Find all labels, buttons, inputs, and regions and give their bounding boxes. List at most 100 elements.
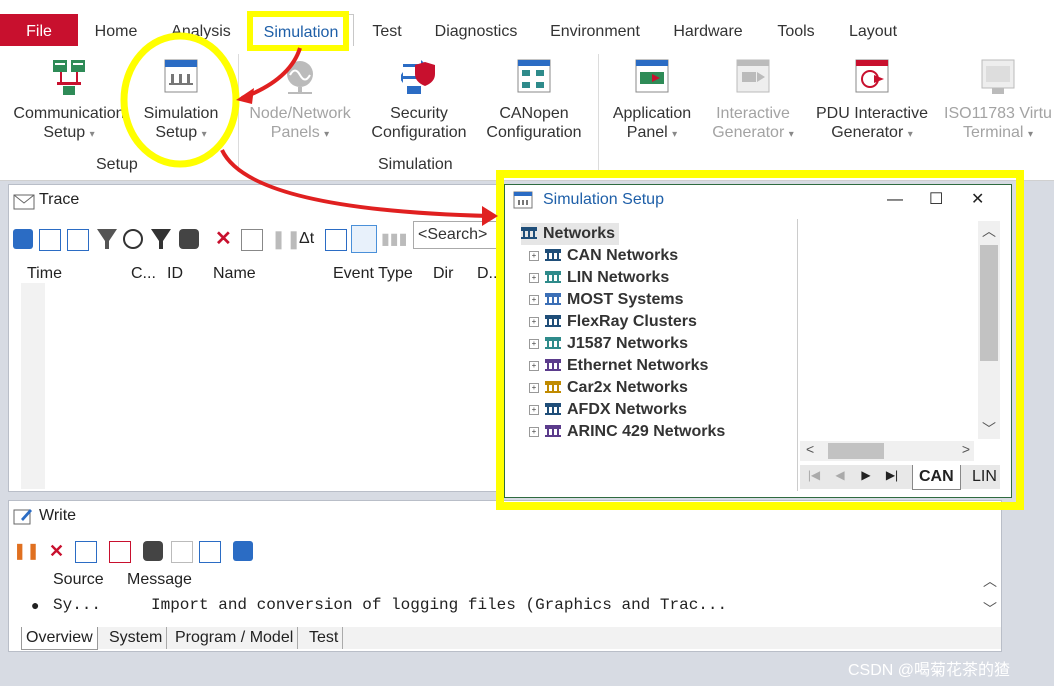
scroll-down-icon[interactable]: ﹀ [978,419,1000,439]
tree-item[interactable]: + AFDX Networks [529,399,687,421]
column-time[interactable]: Time [27,265,62,283]
tab-test[interactable]: Test [305,627,344,649]
statistics-icon[interactable] [39,229,61,251]
export-icon[interactable] [199,541,221,563]
tree-item[interactable]: + ARINC 429 Networks [529,421,725,443]
clear-page-icon[interactable] [109,541,131,563]
scrollbar-thumb[interactable] [980,245,998,361]
tree-item-label: J1587 Networks [567,335,688,352]
communication-setup-button[interactable]: Communication Setup ▾ [8,58,130,144]
next-tab-icon[interactable]: ▶ [856,468,876,486]
tree-item[interactable]: + J1587 Networks [529,333,688,355]
column-source[interactable]: Source [53,571,104,589]
expand-icon[interactable]: + [529,404,539,415]
column-name[interactable]: Name [213,265,256,283]
tab-test[interactable]: Test [362,14,412,46]
tab-system[interactable]: System [105,627,168,649]
scroll-left-icon[interactable]: < [806,441,814,457]
expand-icon[interactable]: + [529,316,539,327]
column-dir[interactable]: Dir [433,265,453,283]
glasses-icon[interactable] [123,229,143,249]
horizontal-scrollbar[interactable]: < > [800,441,974,461]
binoculars-icon[interactable] [143,541,163,561]
scroll-right-icon[interactable]: > [962,441,970,457]
trace-search-input[interactable]: <Search> [413,221,509,249]
simulation-setup-label-1: Simulation [143,105,219,122]
delta-time-icon[interactable]: Δt [299,229,319,249]
node-network-panels-button[interactable]: Node/Network Panels ▾ [244,58,356,144]
tab-diagnostics[interactable]: Diagnostics [430,14,522,46]
tab-environment[interactable]: Environment [542,14,648,46]
column-event-type[interactable]: Event Type [333,265,413,283]
expand-icon[interactable]: + [529,382,539,393]
scroll-icon[interactable] [67,229,89,251]
tree-item-label: FlexRay Clusters [567,313,697,330]
binoculars-icon[interactable] [179,229,199,249]
clear-all-icon[interactable] [75,541,97,563]
expand-icon[interactable]: + [529,426,539,437]
tree-item[interactable]: + FlexRay Clusters [529,311,697,333]
info-icon[interactable] [13,229,33,249]
prev-tab-icon[interactable]: ◀ [830,468,850,486]
tree-item[interactable]: + MOST Systems [529,289,683,311]
column-data[interactable]: D... [477,265,502,283]
minimize-button[interactable]: — [887,185,903,215]
tree-item[interactable]: + CAN Networks [529,245,678,267]
tab-lin[interactable]: LIN [968,465,1001,489]
scroll-up-icon[interactable]: ︿ [978,221,1000,241]
close-button[interactable]: ✕ [971,185,984,215]
columns-icon[interactable]: ▮▮▮ [381,229,407,249]
delete-icon[interactable]: ✕ [215,229,235,249]
vertical-scrollbar[interactable]: ︿ ﹀ [978,221,1000,439]
tab-file[interactable]: File [0,14,78,46]
last-tab-icon[interactable]: ▶| [882,468,902,486]
filter-icon[interactable] [97,229,117,249]
tab-tools[interactable]: Tools [770,14,822,46]
write-tab-strip: Overview System Program / Model Test [21,627,1001,650]
iso11783-terminal-button[interactable]: ISO11783 Virtu Terminal ▾ [942,58,1054,144]
expand-icon[interactable]: + [529,360,539,371]
security-configuration-button[interactable]: Security Configuration [364,58,474,142]
scroll-down-icon[interactable]: ﹀ [983,599,997,619]
maximize-button[interactable]: ☐ [929,185,943,215]
detail-view-icon[interactable] [351,225,377,253]
column-id[interactable]: ID [167,265,183,283]
tree-item-label: Ethernet Networks [567,357,709,374]
tree-item[interactable]: + LIN Networks [529,267,669,289]
expand-icon[interactable]: + [529,272,539,283]
tree-root-networks[interactable]: Networks [521,223,620,245]
tab-can[interactable]: CAN [912,465,961,490]
pause-icon[interactable]: ❚❚ [13,541,40,561]
tab-program-model[interactable]: Program / Model [171,627,299,649]
pdu-interactive-generator-label-1: PDU Interactive [815,105,929,122]
clear-icon[interactable] [241,229,263,251]
tab-overview[interactable]: Overview [21,627,98,650]
delete-icon[interactable]: ✕ [49,541,69,561]
simulation-setup-icon [164,59,198,93]
tab-layout[interactable]: Layout [842,14,904,46]
interactive-generator-button[interactable]: Interactive Generator ▾ [704,58,802,144]
tab-simulation[interactable]: Simulation [248,14,354,47]
expand-icon[interactable]: + [529,294,539,305]
application-panel-button[interactable]: Application Panel ▾ [604,58,700,144]
settings-icon[interactable] [233,541,253,561]
tab-home[interactable]: Home [86,14,146,46]
tab-hardware[interactable]: Hardware [666,14,750,46]
first-tab-icon[interactable]: |◀ [804,468,824,486]
tree-item[interactable]: + Ethernet Networks [529,355,708,377]
column-channel[interactable]: C... [131,265,156,283]
expand-icon[interactable]: + [529,338,539,349]
canopen-configuration-button[interactable]: CANopen Configuration [480,58,588,142]
expand-icon[interactable]: + [529,250,539,261]
scroll-up-icon[interactable]: ︿ [983,571,997,591]
sort-icon[interactable] [325,229,347,251]
h-scrollbar-thumb[interactable] [828,443,884,459]
column-message[interactable]: Message [127,571,192,589]
pdu-interactive-generator-button[interactable]: PDU Interactive Generator ▾ [810,58,934,144]
copy-icon[interactable] [171,541,193,563]
tree-item[interactable]: + Car2x Networks [529,377,688,399]
filter-down-icon[interactable] [151,229,171,249]
tab-analysis[interactable]: Analysis [164,14,238,46]
pause-icon[interactable]: ❚❚ [271,229,301,249]
simulation-setup-button[interactable]: Simulation Setup ▾ [134,58,228,144]
